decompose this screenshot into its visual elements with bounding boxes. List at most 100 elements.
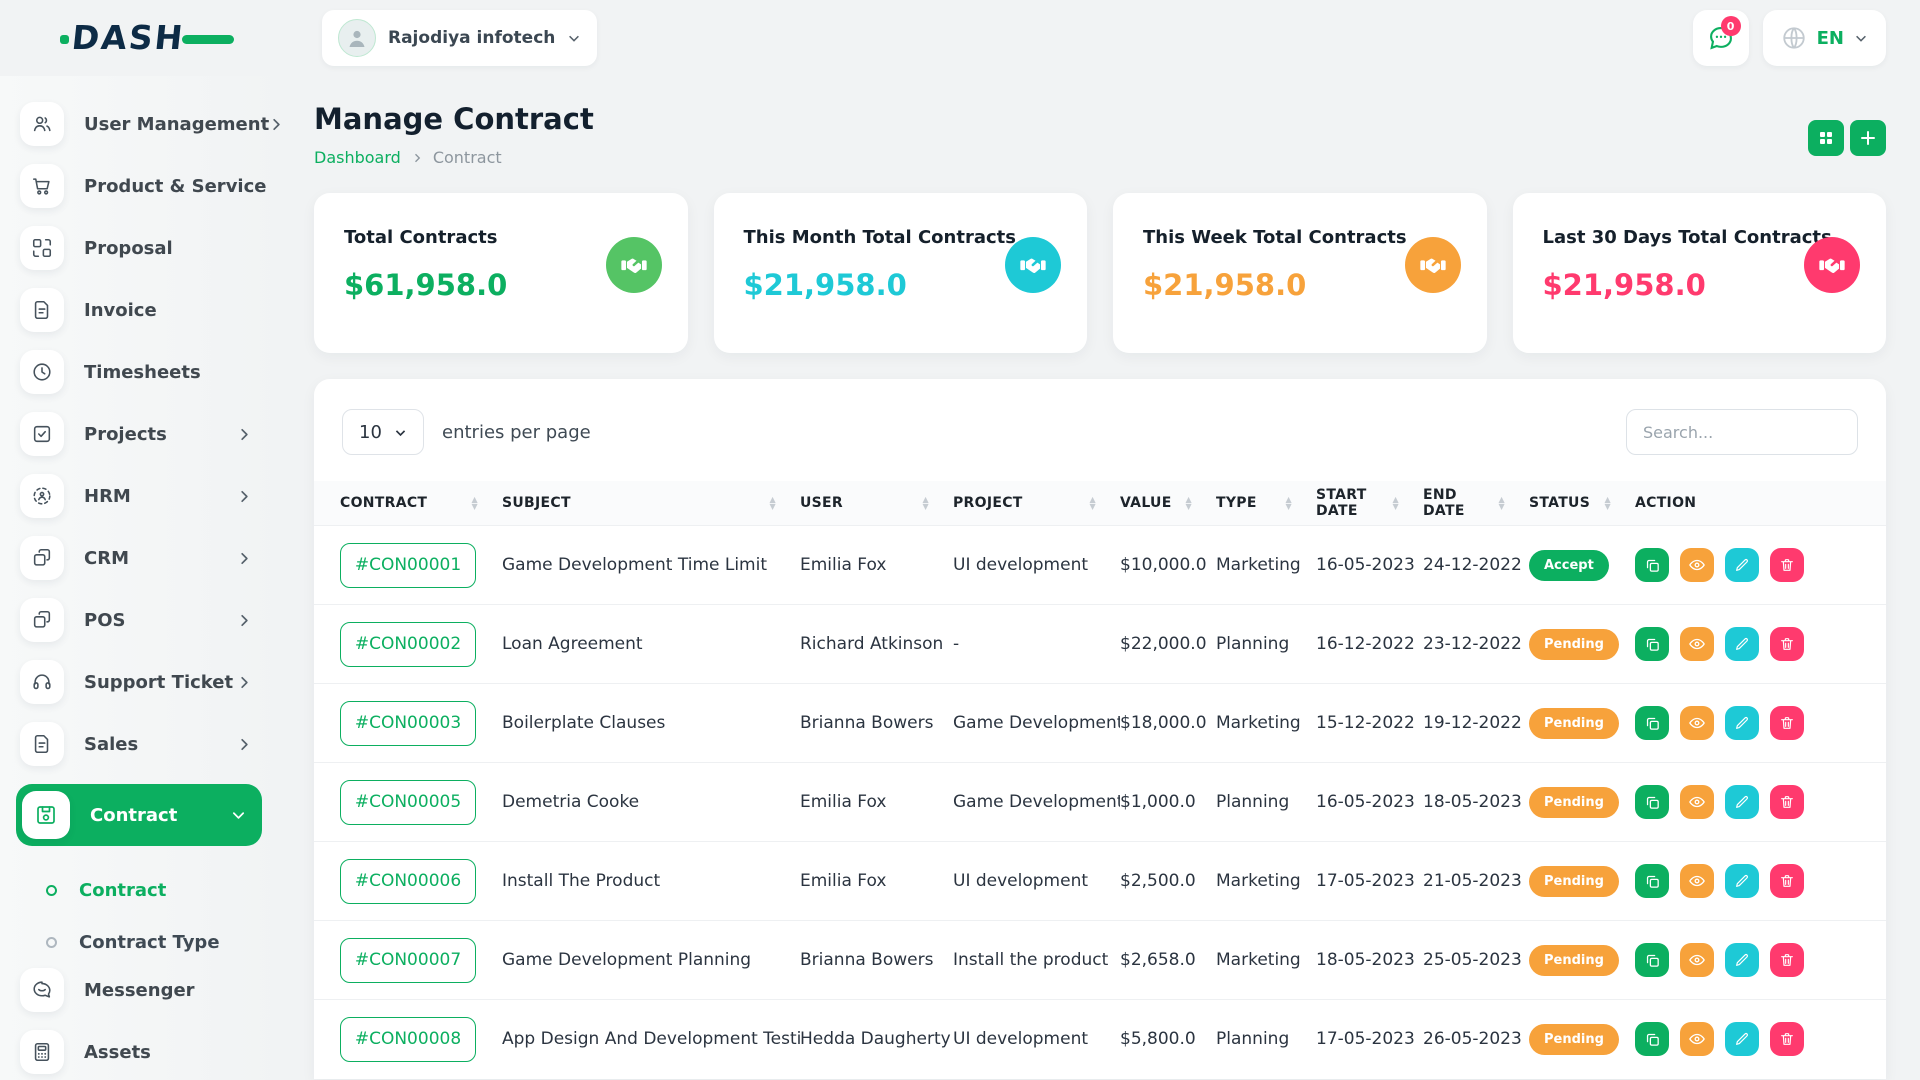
- sort-arrows-icon[interactable]: ▲▼: [1090, 496, 1096, 510]
- sidebar-item-label: User Management: [84, 114, 269, 135]
- user-cell: Emilia Fox: [800, 555, 953, 575]
- start-date-cell: 18-05-2023: [1316, 950, 1423, 970]
- stat-card: This Month Total Contracts$21,958.0: [714, 193, 1088, 353]
- subject-cell: Loan Agreement: [502, 634, 800, 654]
- sort-arrows-icon[interactable]: ▲▼: [1605, 496, 1611, 510]
- sort-arrows-icon[interactable]: ▲▼: [1186, 496, 1192, 510]
- column-header-start-date[interactable]: START DATE▲▼: [1316, 487, 1423, 519]
- column-header-project[interactable]: PROJECT ▲▼: [953, 495, 1120, 511]
- edit-button[interactable]: [1725, 785, 1759, 819]
- sidebar-subitem-contract[interactable]: Contract: [0, 864, 282, 916]
- stat-label: This Month Total Contracts: [744, 227, 1058, 248]
- duplicate-button[interactable]: [1635, 548, 1669, 582]
- sort-arrows-icon[interactable]: ▲▼: [1286, 496, 1292, 510]
- column-header-status[interactable]: STATUS▲▼: [1529, 495, 1635, 511]
- view-button[interactable]: [1680, 548, 1714, 582]
- contract-id-link[interactable]: #CON00002: [340, 622, 476, 667]
- view-button[interactable]: [1680, 627, 1714, 661]
- sidebar-item-product-service[interactable]: Product & Service: [0, 164, 282, 208]
- duplicate-button[interactable]: [1635, 706, 1669, 740]
- subject-cell: Game Development Time Limit: [502, 555, 800, 575]
- logo-dash: [182, 35, 234, 44]
- status-badge: Pending: [1529, 708, 1619, 739]
- grid-view-button[interactable]: [1808, 120, 1844, 156]
- edit-button[interactable]: [1725, 548, 1759, 582]
- edit-button[interactable]: [1725, 627, 1759, 661]
- breadcrumb-dashboard-link[interactable]: Dashboard: [314, 148, 401, 167]
- start-date-cell: 15-12-2022: [1316, 713, 1423, 733]
- entries-per-page-select[interactable]: 10: [342, 409, 424, 455]
- sidebar-item-hrm[interactable]: HRM: [0, 474, 282, 518]
- contract-id-link[interactable]: #CON00001: [340, 543, 476, 588]
- sort-arrows-icon[interactable]: ▲▼: [923, 496, 929, 510]
- view-button[interactable]: [1680, 864, 1714, 898]
- search-input[interactable]: [1626, 409, 1858, 455]
- column-header-type[interactable]: TYPE▲▼: [1216, 495, 1316, 511]
- value-cell: $22,000.0: [1120, 634, 1216, 654]
- sidebar-item-user-management[interactable]: User Management: [0, 102, 282, 146]
- language-code: EN: [1817, 28, 1844, 49]
- duplicate-button[interactable]: [1635, 864, 1669, 898]
- sidebar-item-proposal[interactable]: Proposal: [0, 226, 282, 270]
- contract-id-link[interactable]: #CON00005: [340, 780, 476, 825]
- sort-arrows-icon[interactable]: ▲▼: [1499, 496, 1505, 510]
- sidebar-item-timesheets[interactable]: Timesheets: [0, 350, 282, 394]
- sidebar-item-invoice[interactable]: Invoice: [0, 288, 282, 332]
- contract-id-link[interactable]: #CON00007: [340, 938, 476, 983]
- edit-button[interactable]: [1725, 864, 1759, 898]
- globe-icon: [1781, 25, 1807, 51]
- duplicate-button[interactable]: [1635, 785, 1669, 819]
- language-selector[interactable]: EN: [1763, 10, 1886, 66]
- contract-id-link[interactable]: #CON00003: [340, 701, 476, 746]
- chevron-right-icon: [269, 117, 284, 132]
- contract-id-link[interactable]: #CON00008: [340, 1017, 476, 1062]
- sidebar-item-crm[interactable]: CRM: [0, 536, 282, 580]
- edit-button[interactable]: [1725, 1022, 1759, 1056]
- sidebar-item-pos[interactable]: POS: [0, 598, 282, 642]
- duplicate-button[interactable]: [1635, 627, 1669, 661]
- delete-button[interactable]: [1770, 864, 1804, 898]
- dash-logo[interactable]: DASH: [72, 18, 222, 58]
- workspace-switcher[interactable]: Rajodiya infotech: [322, 10, 597, 66]
- view-button[interactable]: [1680, 785, 1714, 819]
- delete-button[interactable]: [1770, 1022, 1804, 1056]
- delete-button[interactable]: [1770, 943, 1804, 977]
- delete-button[interactable]: [1770, 627, 1804, 661]
- value-cell: $1,000.0: [1120, 792, 1216, 812]
- edit-button[interactable]: [1725, 943, 1759, 977]
- edit-button[interactable]: [1725, 706, 1759, 740]
- column-header-user[interactable]: USER▲▼: [800, 495, 953, 511]
- delete-button[interactable]: [1770, 548, 1804, 582]
- entries-per-page-value: 10: [359, 422, 382, 443]
- contract-id-cell: #CON00003: [340, 701, 502, 746]
- duplicate-button[interactable]: [1635, 943, 1669, 977]
- add-contract-button[interactable]: [1850, 120, 1886, 156]
- sidebar-item-sales[interactable]: Sales: [0, 722, 282, 766]
- view-button[interactable]: [1680, 1022, 1714, 1056]
- column-header-contract[interactable]: CONTRACT▲▼: [340, 495, 502, 511]
- breadcrumb-separator-icon: [411, 152, 423, 164]
- sidebar-item-messenger[interactable]: Messenger: [0, 968, 282, 1012]
- sidebar-item-projects[interactable]: Projects: [0, 412, 282, 456]
- sidebar-item-assets[interactable]: Assets: [0, 1030, 282, 1074]
- delete-button[interactable]: [1770, 706, 1804, 740]
- column-header-subject[interactable]: SUBJECT▲▼: [502, 495, 800, 511]
- main-content: Manage Contract Dashboard Contract: [314, 76, 1886, 1079]
- breadcrumb-current: Contract: [433, 148, 502, 167]
- sidebar-item-support-ticket[interactable]: Support Ticket: [0, 660, 282, 704]
- contract-id-link[interactable]: #CON00006: [340, 859, 476, 904]
- column-header-label: PROJECT: [953, 495, 1023, 511]
- sidebar-item-contract[interactable]: Contract: [16, 784, 262, 846]
- delete-button[interactable]: [1770, 785, 1804, 819]
- view-button[interactable]: [1680, 706, 1714, 740]
- sort-arrows-icon[interactable]: ▲▼: [472, 496, 478, 510]
- duplicate-button[interactable]: [1635, 1022, 1669, 1056]
- sort-arrows-icon[interactable]: ▲▼: [770, 496, 776, 510]
- column-header-value[interactable]: VALUE▲▼: [1120, 495, 1216, 511]
- value-cell: $10,000.0: [1120, 555, 1216, 575]
- view-button[interactable]: [1680, 943, 1714, 977]
- messages-button[interactable]: 0: [1693, 10, 1749, 66]
- column-header-end-date[interactable]: END DATE▲▼: [1423, 487, 1529, 519]
- sidebar-subitem-contract-type[interactable]: Contract Type: [0, 916, 282, 968]
- sort-arrows-icon[interactable]: ▲▼: [1393, 496, 1399, 510]
